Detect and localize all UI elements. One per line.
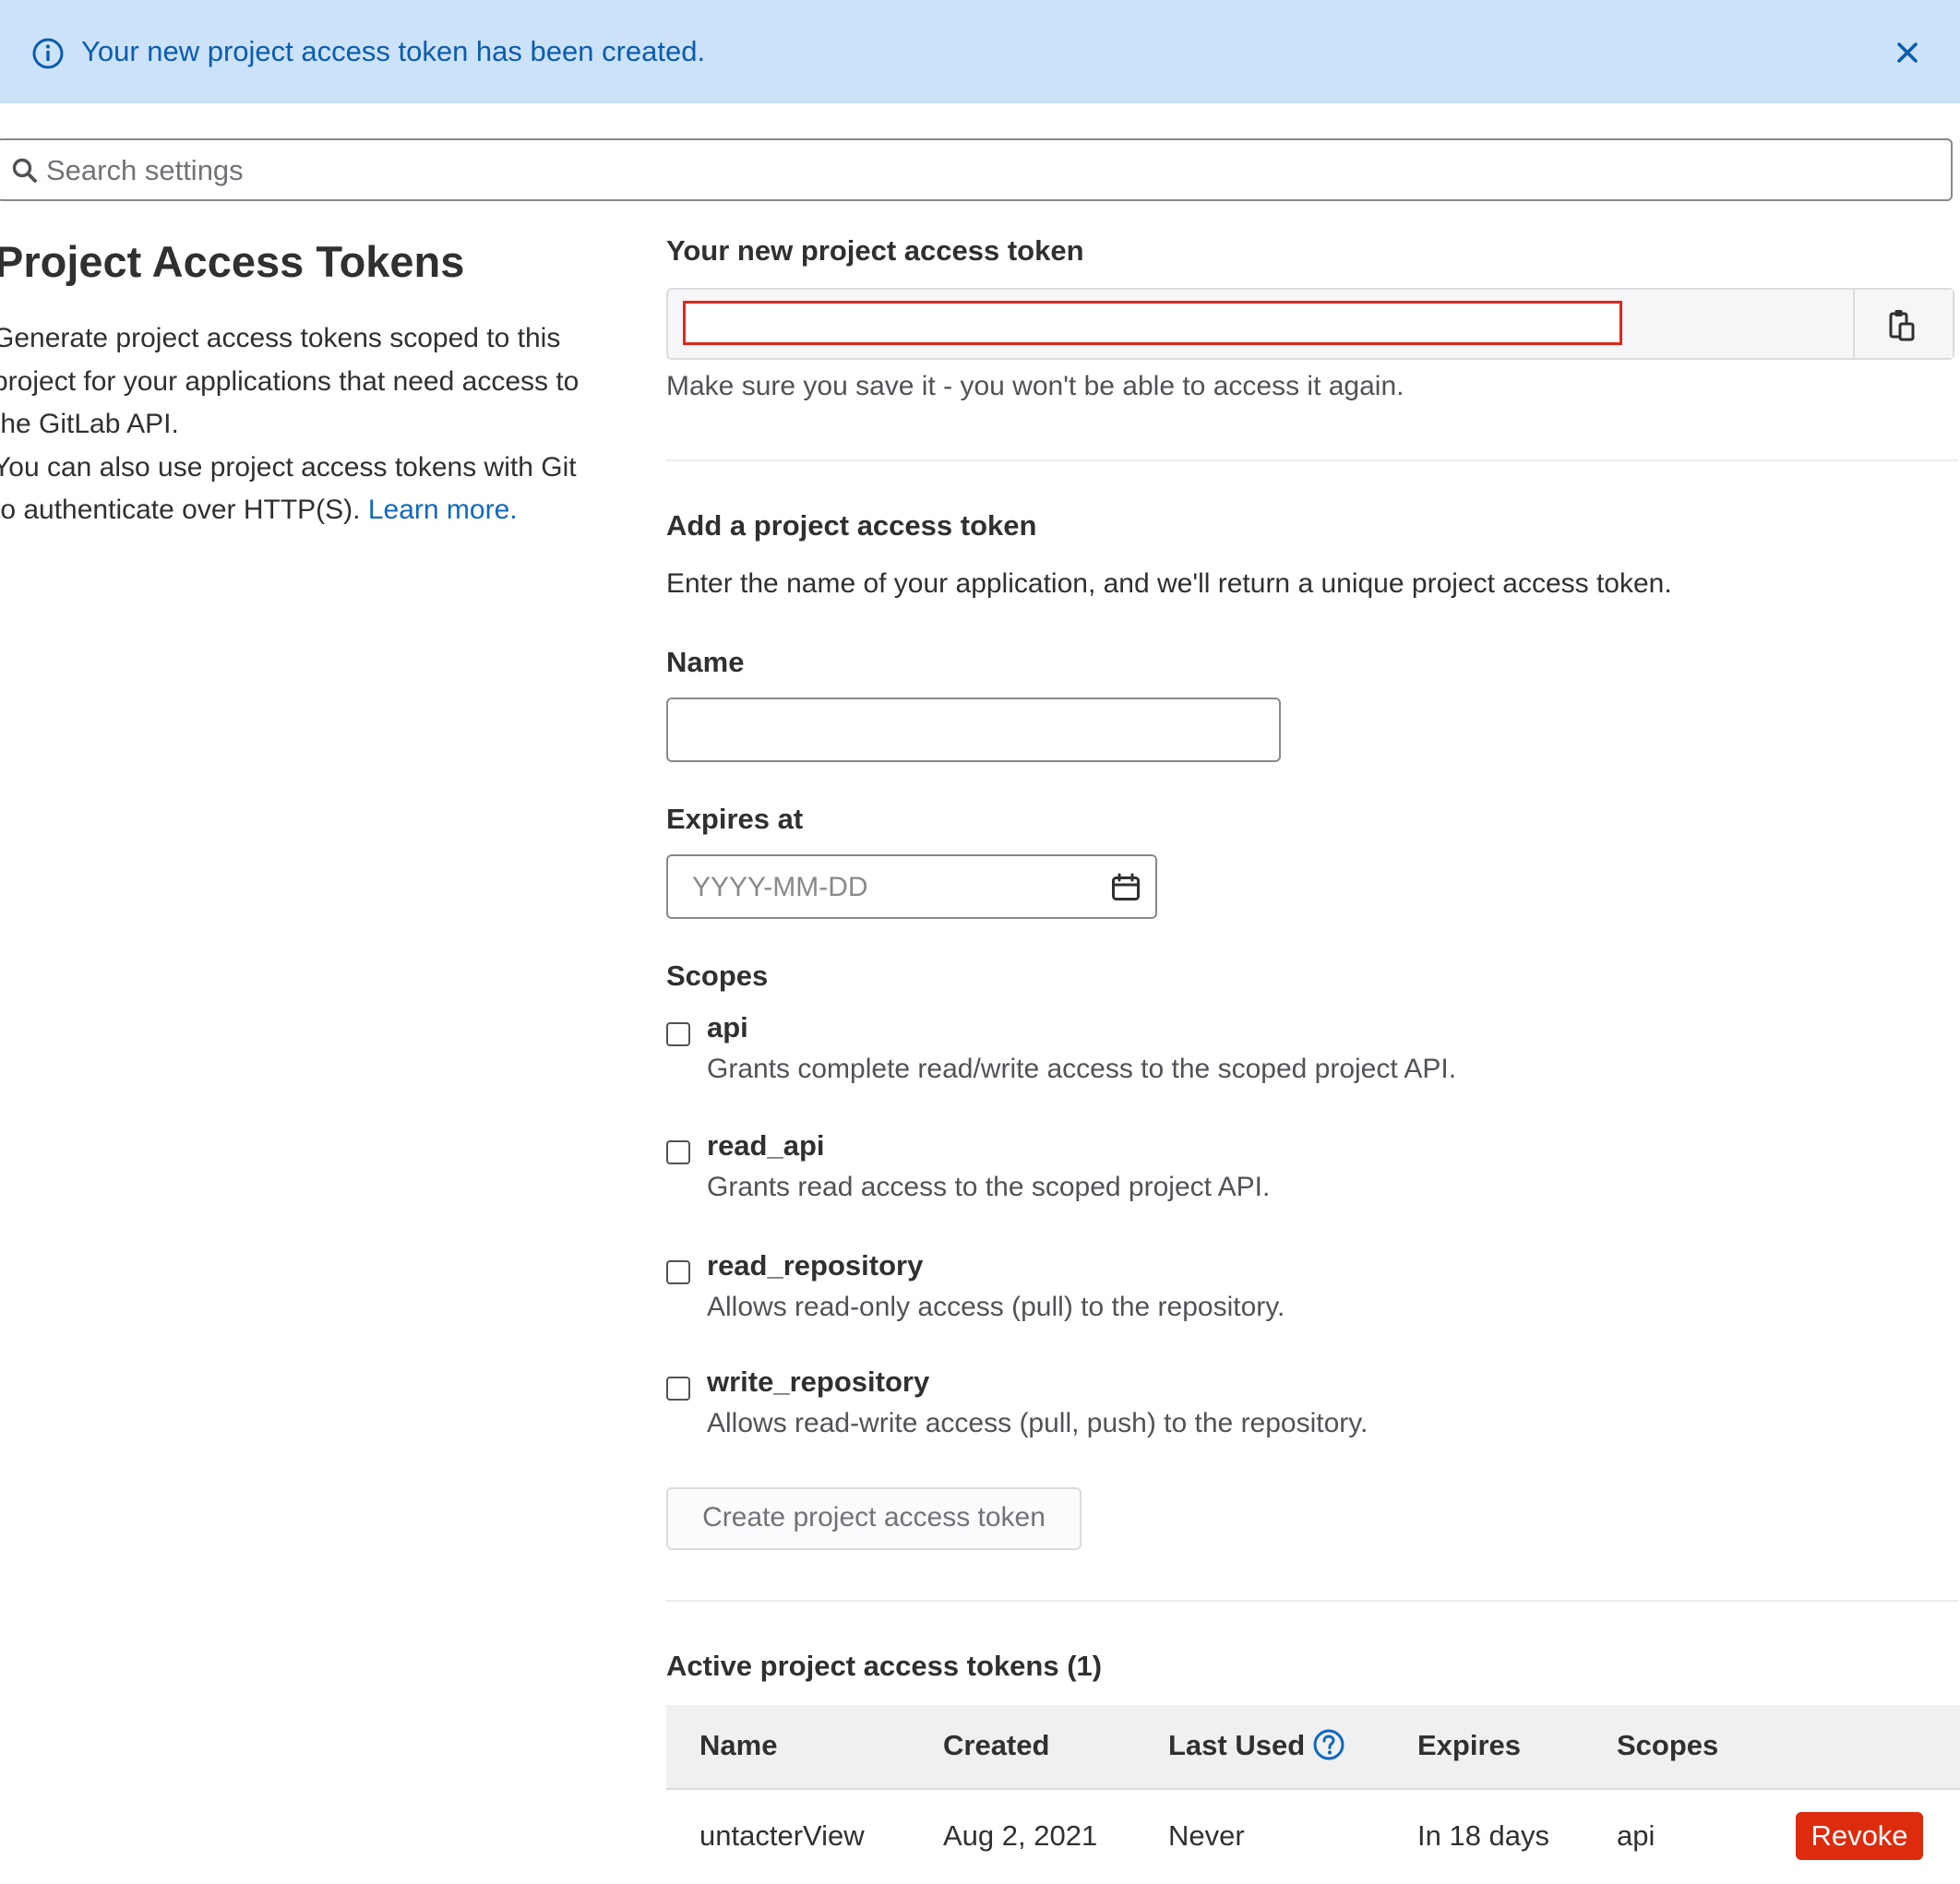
token-expires-cell: In 18 days (1417, 1819, 1550, 1852)
scope-name[interactable]: write_repository (707, 1365, 929, 1399)
learn-more-link[interactable]: Learn more. (368, 495, 518, 525)
search-icon (12, 158, 37, 183)
token-name-cell: untacterView (699, 1819, 865, 1852)
scope-read-repository: read_repository Allows read-only access … (666, 1249, 1774, 1334)
search-input[interactable] (44, 146, 1875, 196)
new-token-label: Your new project access token (666, 234, 1084, 267)
scope-description: Grants complete read/write access to the… (707, 1054, 1457, 1084)
column-header-last-used: Last Used (1168, 1729, 1345, 1762)
name-label: Name (666, 646, 745, 678)
name-input[interactable] (690, 707, 1257, 755)
name-field-box (666, 698, 1281, 762)
scope-write-repository-checkbox[interactable] (666, 1377, 690, 1401)
scope-read-api-checkbox[interactable] (666, 1140, 690, 1164)
description-text: Generate project access tokens scoped to… (0, 323, 580, 439)
token-scopes-cell: api (1617, 1819, 1655, 1852)
clipboard-icon (1889, 310, 1915, 341)
scope-description: Allows read-write access (pull, push) to… (707, 1408, 1368, 1438)
scope-read-repository-checkbox[interactable] (666, 1260, 690, 1284)
scope-api-checkbox[interactable] (666, 1022, 690, 1046)
active-tokens-heading: Active project access tokens (1) (666, 1650, 1103, 1682)
token-created-alert: Your new project access token has been c… (0, 0, 1960, 103)
copy-token-button[interactable] (1853, 290, 1953, 358)
token-created-cell: Aug 2, 2021 (943, 1819, 1098, 1852)
divider (666, 459, 1958, 461)
scope-api: api Grants complete read/write access to… (666, 1011, 1774, 1096)
scope-description: Allows read-only access (pull) to the re… (707, 1292, 1285, 1322)
column-header-created: Created (943, 1729, 1050, 1761)
column-header-expires: Expires (1417, 1729, 1522, 1761)
search-settings-box (0, 138, 1953, 201)
scope-write-repository: write_repository Allows read-write acces… (666, 1365, 1774, 1450)
column-header-scopes: Scopes (1617, 1729, 1719, 1761)
column-header-name: Name (699, 1729, 778, 1761)
create-token-button[interactable]: Create project access token (666, 1487, 1082, 1550)
scope-read-api: read_api Grants read access to the scope… (666, 1129, 1774, 1214)
save-token-hint: Make sure you save it - you won't be abl… (666, 371, 1404, 401)
close-icon[interactable] (1892, 37, 1923, 68)
divider (666, 1600, 1958, 1602)
page-title: Project Access Tokens (0, 237, 465, 286)
scopes-label: Scopes (666, 960, 769, 992)
scope-name[interactable]: api (707, 1011, 748, 1044)
expires-field-box (666, 854, 1157, 919)
scope-name[interactable]: read_api (707, 1129, 825, 1163)
expires-label: Expires at (666, 803, 804, 835)
description-git-text: You can also use project access tokens w… (0, 447, 602, 532)
add-token-heading: Add a project access token (666, 509, 1037, 542)
add-token-description: Enter the name of your application, and … (666, 568, 1672, 599)
column-header-last-used-label: Last Used (1168, 1729, 1306, 1761)
info-circle-icon (32, 38, 64, 69)
alert-message: Your new project access token has been c… (81, 35, 706, 67)
revoke-button[interactable]: Revoke (1796, 1812, 1923, 1860)
calendar-icon[interactable] (1111, 873, 1141, 902)
scope-description: Grants read access to the scoped project… (707, 1172, 1271, 1202)
token-last-used-cell: Never (1168, 1819, 1245, 1852)
section-description: Generate project access tokens scoped to… (0, 317, 602, 532)
new-token-box (666, 288, 1954, 360)
question-circle-icon[interactable] (1312, 1728, 1345, 1761)
new-token-field[interactable] (683, 301, 1622, 345)
expires-date-input[interactable] (690, 864, 1082, 912)
scope-name[interactable]: read_repository (707, 1249, 923, 1282)
tokens-table-header: Name Created Last Used Expires Scopes (666, 1705, 1960, 1790)
